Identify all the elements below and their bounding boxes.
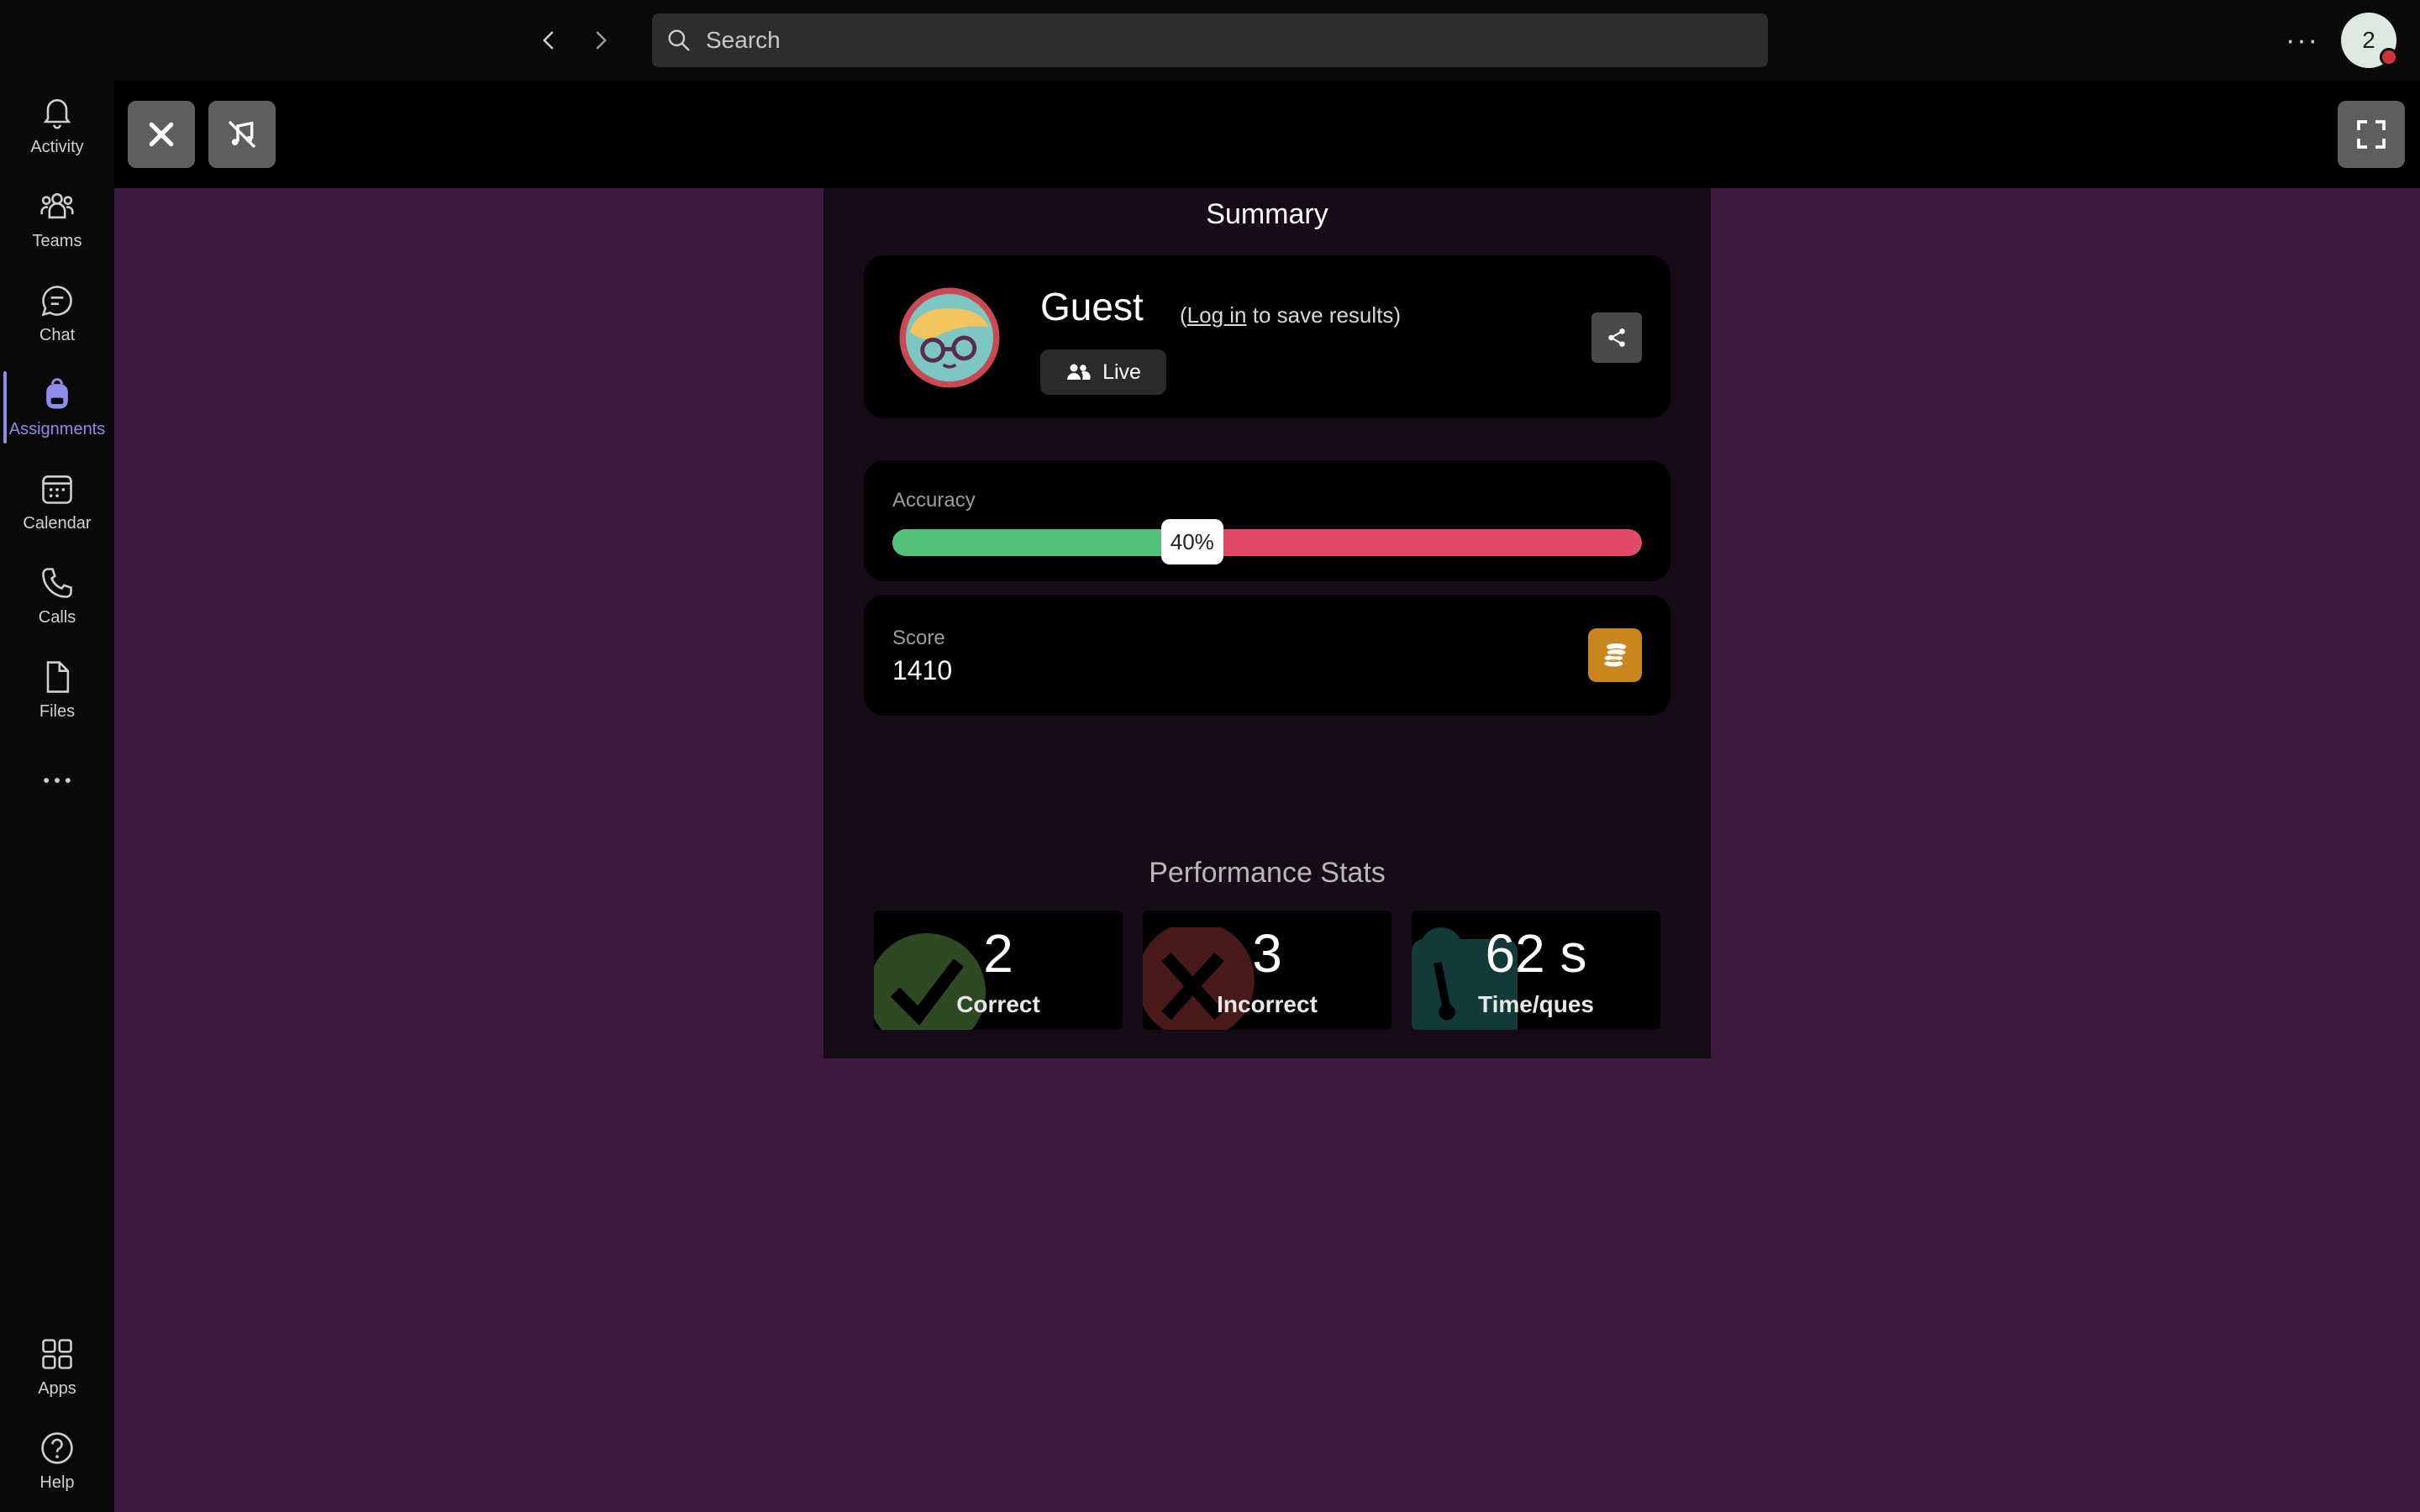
player-card: Guest (Log in to save results) Live bbox=[864, 255, 1670, 418]
summary-panel: Summary Guest (Log in to save results) L… bbox=[823, 188, 1711, 1058]
rail-item-files[interactable]: Files bbox=[0, 645, 114, 734]
rail-label: Files bbox=[39, 701, 76, 721]
share-button[interactable] bbox=[1591, 312, 1642, 363]
users-icon bbox=[1067, 364, 1091, 380]
chevron-right-icon bbox=[596, 31, 608, 50]
time-per-question-label: Time/ques bbox=[1478, 991, 1594, 1017]
rail-item-chat[interactable]: Chat bbox=[0, 269, 114, 358]
score-card: Score 1410 bbox=[864, 595, 1670, 716]
accuracy-bar bbox=[892, 529, 1642, 556]
stat-incorrect: 3 Incorrect bbox=[1143, 911, 1392, 1030]
login-note-open: ( bbox=[1180, 302, 1187, 328]
help-icon bbox=[41, 1431, 73, 1464]
correct-label: Correct bbox=[956, 991, 1040, 1017]
rail-item-teams[interactable]: Teams bbox=[0, 175, 114, 264]
score-badge bbox=[1588, 628, 1642, 682]
rail-label: Assignments bbox=[8, 419, 106, 438]
share-icon bbox=[1608, 328, 1625, 347]
time-per-question-value: 62 s bbox=[1485, 923, 1587, 984]
rail-label: Chat bbox=[39, 325, 76, 344]
search-icon bbox=[668, 29, 690, 51]
chevron-left-icon bbox=[542, 31, 554, 50]
login-note-suffix: to save results) bbox=[1246, 302, 1402, 328]
accuracy-value: 40% bbox=[1160, 519, 1223, 564]
rail-item-more[interactable] bbox=[0, 736, 114, 825]
summary-title: Summary bbox=[1206, 198, 1328, 230]
rail-item-assignments[interactable]: Assignments bbox=[0, 363, 114, 452]
search-bar[interactable] bbox=[652, 13, 1768, 67]
back-button[interactable] bbox=[529, 20, 570, 60]
file-icon bbox=[46, 660, 70, 693]
stat-correct: 2 Correct bbox=[874, 911, 1123, 1030]
calendar-icon bbox=[42, 475, 72, 504]
stat-time-per-question: 62 s Time/ques bbox=[1412, 911, 1660, 1030]
more-icon bbox=[44, 778, 71, 783]
bell-icon bbox=[43, 98, 71, 129]
rail-label: Calls bbox=[38, 607, 76, 627]
backpack-icon bbox=[46, 377, 68, 408]
close-game-button[interactable] bbox=[128, 101, 195, 168]
avatar-initial: 2 bbox=[2362, 27, 2375, 53]
incorrect-label: Incorrect bbox=[1217, 991, 1318, 1017]
login-link[interactable]: Log in bbox=[1187, 302, 1247, 328]
rail-item-calendar[interactable]: Calendar bbox=[0, 457, 114, 546]
rail-label: Activity bbox=[30, 137, 84, 156]
rail-label: Apps bbox=[38, 1378, 76, 1398]
correct-count: 2 bbox=[983, 923, 1013, 984]
fullscreen-icon bbox=[2357, 120, 2386, 149]
score-value: 1410 bbox=[892, 655, 953, 685]
apps-icon bbox=[42, 1338, 72, 1369]
coins-icon bbox=[1603, 643, 1627, 668]
music-off-icon bbox=[228, 120, 256, 149]
title-bar: ··· 2 bbox=[0, 0, 2420, 81]
incorrect-count: 3 bbox=[1252, 923, 1282, 984]
rail-label: Teams bbox=[32, 231, 82, 250]
score-label: Score bbox=[892, 627, 945, 649]
game-mode-label: Live bbox=[1102, 360, 1141, 384]
rail-item-activity[interactable]: Activity bbox=[0, 81, 114, 170]
forward-button[interactable] bbox=[580, 20, 620, 60]
accuracy-bar-fill bbox=[892, 529, 1192, 556]
more-options-button[interactable]: ··· bbox=[2282, 20, 2323, 60]
guest-avatar bbox=[899, 287, 1000, 388]
accuracy-label: Accuracy bbox=[892, 489, 976, 512]
chat-icon bbox=[41, 285, 72, 316]
teams-icon bbox=[40, 192, 74, 218]
login-note: (Log in to save results) bbox=[1180, 302, 1401, 328]
fullscreen-button[interactable] bbox=[2338, 101, 2405, 168]
rail-item-apps[interactable]: Apps bbox=[0, 1322, 114, 1411]
search-input[interactable] bbox=[706, 27, 1714, 54]
close-icon bbox=[149, 122, 174, 147]
profile-avatar[interactable]: 2 bbox=[2341, 13, 2398, 68]
accuracy-card: Accuracy 40% bbox=[864, 460, 1670, 581]
game-mode-badge[interactable]: Live bbox=[1040, 349, 1166, 395]
rail-label: Calendar bbox=[23, 513, 92, 533]
player-name: Guest bbox=[1040, 285, 1144, 328]
rail-item-calls[interactable]: Calls bbox=[0, 551, 114, 640]
game-toolbar bbox=[114, 81, 2420, 188]
status-dot bbox=[2380, 48, 2398, 66]
app-rail: Activity Teams Chat Assignments Calendar… bbox=[0, 81, 114, 1512]
rail-label: Help bbox=[39, 1473, 75, 1492]
mute-music-button[interactable] bbox=[208, 101, 276, 168]
phone-icon bbox=[42, 567, 72, 598]
rail-item-help[interactable]: Help bbox=[0, 1416, 114, 1505]
performance-stats-title: Performance Stats bbox=[1149, 857, 1386, 889]
